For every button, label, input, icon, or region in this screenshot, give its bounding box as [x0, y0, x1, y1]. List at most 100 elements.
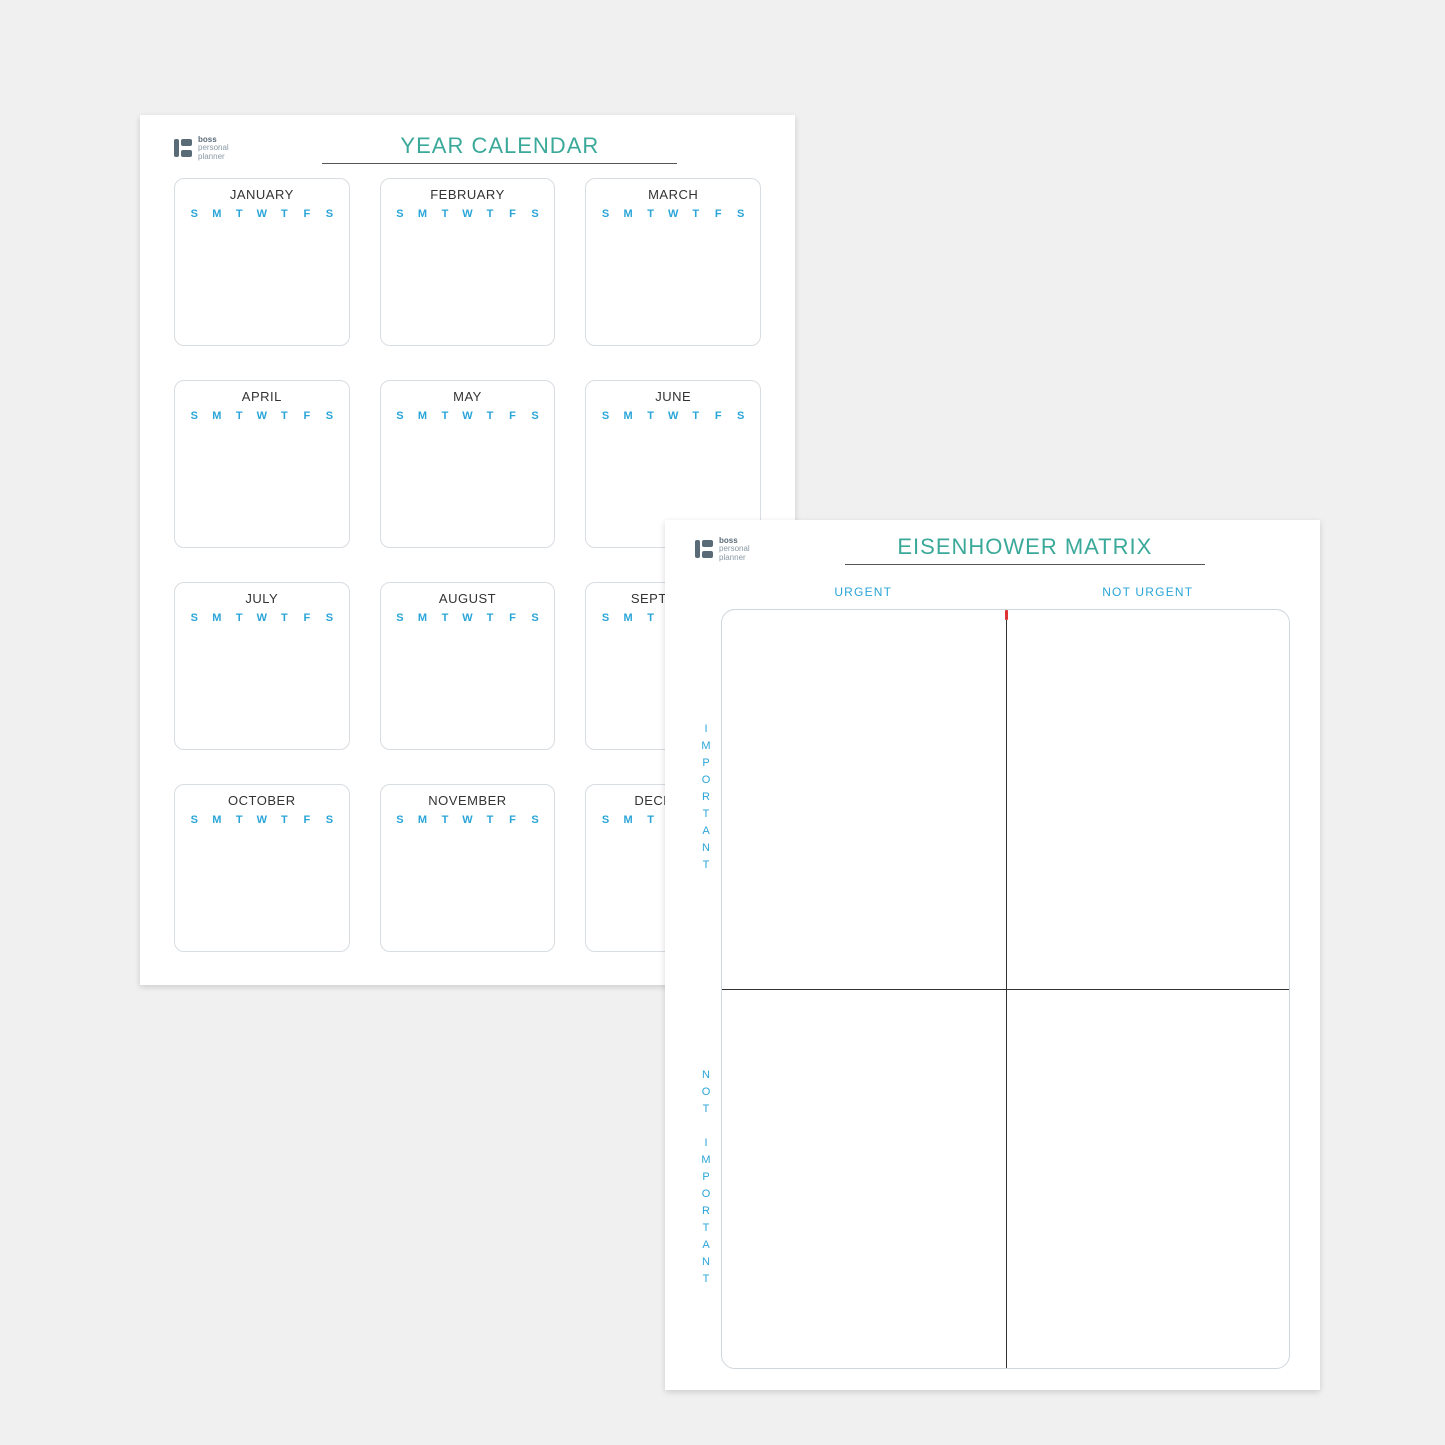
matrix-area: URGENT NOT URGENT IMPORTANT NOT IMPORTAN…	[695, 579, 1290, 1369]
brand-logo: boss personal planner	[174, 136, 229, 161]
day-header: M	[617, 208, 640, 220]
day-of-week-row: SMTWTFS	[594, 208, 752, 220]
day-header: S	[729, 208, 752, 220]
month-cell: MAYSMTWTFS	[380, 380, 556, 548]
day-header: S	[729, 410, 752, 422]
day-header: W	[662, 410, 685, 422]
day-header: T	[434, 410, 457, 422]
day-header: F	[707, 208, 730, 220]
day-header: S	[594, 410, 617, 422]
day-header: S	[524, 410, 547, 422]
month-name: FEBRUARY	[389, 187, 547, 202]
day-of-week-row: SMTWTFS	[389, 410, 547, 422]
day-header: S	[183, 612, 206, 624]
day-header: T	[684, 410, 707, 422]
day-header: M	[411, 410, 434, 422]
day-header: S	[389, 208, 412, 220]
day-header: F	[296, 410, 319, 422]
day-header: F	[296, 612, 319, 624]
matrix-header: boss personal planner EISENHOWER MATRIX	[695, 534, 1290, 565]
day-header: M	[617, 814, 640, 826]
day-header: M	[617, 410, 640, 422]
month-cell: FEBRUARYSMTWTFS	[380, 178, 556, 346]
day-header: M	[411, 814, 434, 826]
day-header: T	[434, 814, 457, 826]
month-name: JANUARY	[183, 187, 341, 202]
day-of-week-row: SMTWTFS	[389, 208, 547, 220]
brand-line3: planner	[719, 553, 746, 562]
day-header: S	[524, 612, 547, 624]
day-header: M	[617, 612, 640, 624]
priority-marker-icon	[1005, 610, 1008, 620]
row-label-important-text: IMPORTANT	[700, 723, 712, 876]
day-of-week-row: SMTWTFS	[183, 410, 341, 422]
day-header: W	[251, 208, 274, 220]
matrix-grid	[721, 609, 1290, 1369]
brand-mark-icon	[174, 139, 192, 157]
brand-logo: boss personal planner	[695, 537, 750, 562]
day-header: W	[251, 814, 274, 826]
day-header: S	[594, 612, 617, 624]
day-header: T	[273, 814, 296, 826]
day-header: T	[228, 814, 251, 826]
day-header: T	[479, 410, 502, 422]
day-header: S	[389, 612, 412, 624]
day-header: S	[183, 814, 206, 826]
month-cell: OCTOBERSMTWTFS	[174, 784, 350, 952]
month-cell: JULY SMTWTFS	[174, 582, 350, 750]
matrix-column-headers: URGENT NOT URGENT	[721, 579, 1290, 609]
day-header: T	[434, 208, 457, 220]
month-cell: APRILSMTWTFS	[174, 380, 350, 548]
day-header: T	[479, 208, 502, 220]
day-header: T	[228, 208, 251, 220]
day-header: M	[411, 612, 434, 624]
row-label-not-important: NOT IMPORTANT	[695, 989, 717, 1369]
month-name: JUNE	[594, 389, 752, 404]
month-name: APRIL	[183, 389, 341, 404]
day-header: T	[228, 612, 251, 624]
day-header: M	[206, 208, 229, 220]
day-header: W	[456, 814, 479, 826]
day-header: S	[524, 814, 547, 826]
day-header: F	[501, 208, 524, 220]
calendar-title-wrap: YEAR CALENDAR	[239, 133, 761, 164]
page-title: EISENHOWER MATRIX	[760, 534, 1290, 560]
brand-mark-icon	[695, 540, 713, 558]
day-header: M	[206, 410, 229, 422]
day-header: T	[273, 410, 296, 422]
row-label-important: IMPORTANT	[695, 609, 717, 989]
matrix-row-labels: IMPORTANT NOT IMPORTANT	[695, 609, 717, 1369]
day-header: M	[411, 208, 434, 220]
month-cell: MARCH SMTWTFS	[585, 178, 761, 346]
day-header: S	[594, 208, 617, 220]
month-cell: NOVEMBERSMTWTFS	[380, 784, 556, 952]
day-header: T	[479, 814, 502, 826]
day-header: W	[456, 208, 479, 220]
day-of-week-row: SMTWTFS	[594, 410, 752, 422]
day-header: T	[639, 612, 662, 624]
month-name: MARCH	[594, 187, 752, 202]
month-name: MAY	[389, 389, 547, 404]
month-name: AUGUST	[389, 591, 547, 606]
day-header: W	[251, 410, 274, 422]
row-label-not-important-text: NOT IMPORTANT	[700, 1069, 712, 1290]
day-header: M	[206, 814, 229, 826]
day-header: T	[639, 410, 662, 422]
col-header-not-urgent: NOT URGENT	[1006, 579, 1291, 609]
day-header: S	[318, 612, 341, 624]
day-header: T	[273, 208, 296, 220]
title-underline	[322, 163, 677, 164]
day-header: S	[389, 814, 412, 826]
day-header: F	[707, 410, 730, 422]
day-header: T	[273, 612, 296, 624]
day-header: W	[456, 410, 479, 422]
brand-text: boss personal planner	[719, 537, 750, 562]
day-header: S	[318, 410, 341, 422]
day-header: T	[434, 612, 457, 624]
day-header: S	[318, 208, 341, 220]
month-name: JULY	[183, 591, 341, 606]
day-of-week-row: SMTWTFS	[183, 612, 341, 624]
day-header: S	[183, 208, 206, 220]
day-of-week-row: SMTWTFS	[389, 814, 547, 826]
day-header: W	[662, 208, 685, 220]
